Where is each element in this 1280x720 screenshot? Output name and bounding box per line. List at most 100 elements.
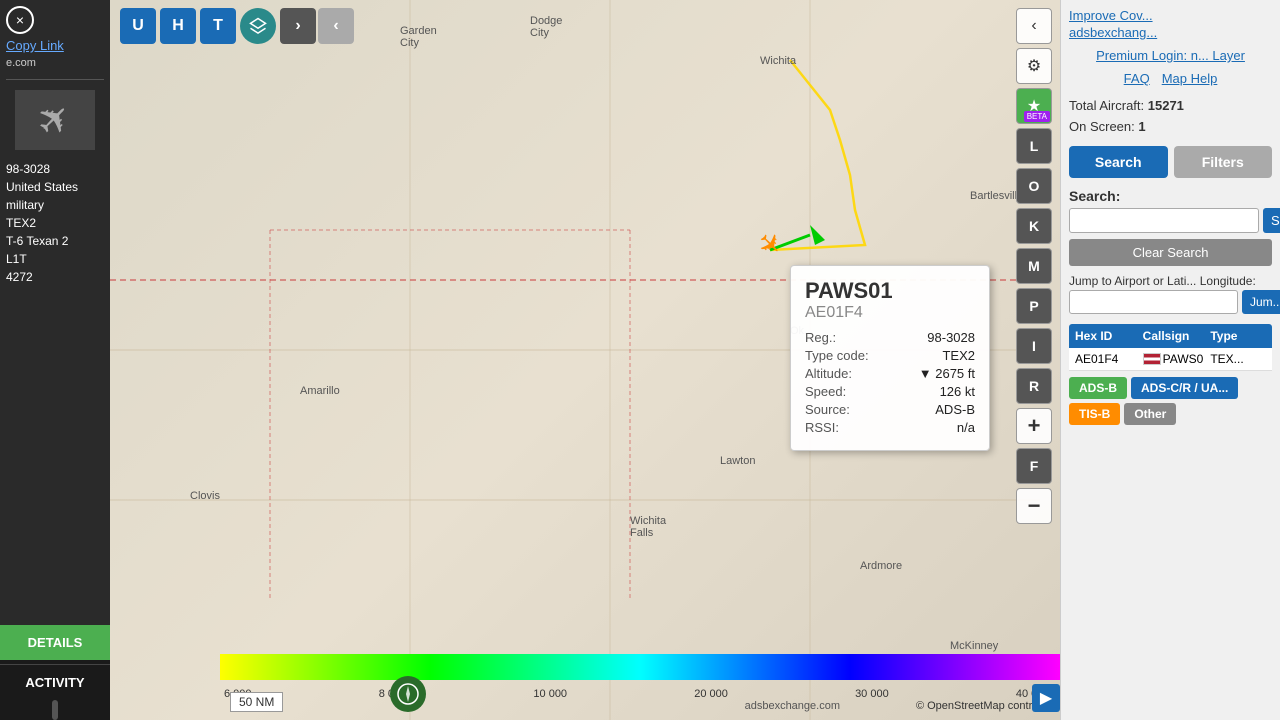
btn-l[interactable]: L bbox=[1016, 128, 1052, 164]
popup-speed-row: Speed: 126 kt bbox=[805, 384, 975, 399]
btn-h[interactable]: H bbox=[160, 8, 196, 44]
sidebar-type: TEX2 bbox=[6, 216, 104, 230]
source-adsb-button[interactable]: ADS-B bbox=[1069, 377, 1127, 399]
popup-reg-row: Reg.: 98-3028 bbox=[805, 330, 975, 345]
popup-reg-label: Reg.: bbox=[805, 330, 836, 345]
btn-t[interactable]: T bbox=[200, 8, 236, 44]
search-label: Search: bbox=[1069, 188, 1272, 204]
popup-rssi-value: n/a bbox=[957, 420, 975, 435]
nav-arrows: › ‹ bbox=[280, 8, 354, 44]
table-row[interactable]: AE01F4 PAWS01 TEX... bbox=[1069, 348, 1272, 371]
popup-callsign: PAWS01 bbox=[805, 278, 975, 304]
btn-i[interactable]: I bbox=[1016, 328, 1052, 364]
popup-altitude-row: Altitude: ▼ 2675 ft bbox=[805, 366, 975, 381]
table-cell-callsign: PAWS01 bbox=[1137, 348, 1205, 370]
source-other-button[interactable]: Other bbox=[1124, 403, 1176, 425]
bottom-right-icon[interactable]: ▶ bbox=[1032, 684, 1060, 712]
alt-20000: 20 000 bbox=[694, 688, 728, 700]
attribution: adsbexchange.com bbox=[745, 700, 840, 712]
btn-gear[interactable]: ⚙ bbox=[1016, 48, 1052, 84]
left-sidebar: × Copy Link e.com ✈ 98-3028 United State… bbox=[0, 0, 110, 720]
map-right-controls: ‹ ⚙ ★ BETA L O K M P I R + F − bbox=[1016, 8, 1052, 524]
total-aircraft-label: Total Aircraft: bbox=[1069, 98, 1144, 113]
beta-badge: BETA bbox=[1024, 111, 1050, 122]
map-area[interactable]: GardenCity DodgeCity Wichita Bartlesvill… bbox=[110, 0, 1060, 720]
popup-source-row: Source: ADS-B bbox=[805, 402, 975, 417]
btn-star[interactable]: ★ BETA bbox=[1016, 88, 1052, 124]
on-screen-value: 1 bbox=[1138, 119, 1145, 134]
search-input[interactable] bbox=[1069, 208, 1259, 233]
search-button[interactable]: Search bbox=[1069, 146, 1168, 178]
sidebar-country: United States bbox=[6, 180, 104, 194]
popup-altitude-label: Altitude: bbox=[805, 366, 852, 381]
osm-attribution: © OpenStreetMap contrib... bbox=[916, 700, 1050, 712]
panel-stats: Total Aircraft: 15271 On Screen: 1 bbox=[1069, 96, 1272, 138]
us-flag-icon bbox=[1143, 353, 1161, 365]
altitude-number: 2675 ft bbox=[935, 366, 975, 381]
map-help-link[interactable]: Map Help bbox=[1162, 71, 1218, 86]
btn-f[interactable]: F bbox=[1016, 448, 1052, 484]
btn-p[interactable]: P bbox=[1016, 288, 1052, 324]
adsbexchange-link[interactable]: adsbexchang... bbox=[1069, 25, 1272, 40]
sidebar-operator: military bbox=[6, 198, 104, 212]
popup-source-value: ADS-B bbox=[935, 402, 975, 417]
btn-o[interactable]: O bbox=[1016, 168, 1052, 204]
filters-button[interactable]: Filters bbox=[1174, 146, 1273, 178]
btn-nav-back[interactable]: ‹ bbox=[318, 8, 354, 44]
btn-m[interactable]: M bbox=[1016, 248, 1052, 284]
premium-link[interactable]: Premium Login: n... Layer bbox=[1069, 48, 1272, 63]
col-callsign: Callsign bbox=[1137, 324, 1205, 348]
close-button[interactable]: × bbox=[6, 6, 34, 34]
faq-link[interactable]: FAQ bbox=[1124, 71, 1150, 86]
right-panel: Improve Cov... adsbexchang... Premium Lo… bbox=[1060, 0, 1280, 720]
search-go-button[interactable]: Sea... bbox=[1263, 208, 1280, 233]
tab-details[interactable]: DETAILS bbox=[0, 625, 110, 660]
popup-hex: AE01F4 bbox=[805, 304, 975, 322]
alt-10000: 10 000 bbox=[533, 688, 567, 700]
popup-source-label: Source: bbox=[805, 402, 850, 417]
btn-back-arrow[interactable]: ‹ bbox=[1016, 8, 1052, 44]
jump-input[interactable] bbox=[1069, 290, 1238, 314]
source-adsc-button[interactable]: ADS-C/R / UA... bbox=[1131, 377, 1238, 399]
total-aircraft-value: 15271 bbox=[1148, 98, 1184, 113]
source-buttons: ADS-B ADS-C/R / UA... TIS-B Other bbox=[1069, 377, 1272, 425]
nm-label: 50 NM bbox=[230, 692, 283, 712]
table-cell-type: TEX... bbox=[1204, 348, 1272, 370]
altitude-bar bbox=[220, 654, 1060, 680]
sidebar-squawk: 4272 bbox=[6, 270, 104, 284]
improve-cov-link[interactable]: Improve Cov... bbox=[1069, 8, 1272, 23]
compass-icon bbox=[390, 676, 426, 712]
popup-speed-value: 126 kt bbox=[940, 384, 975, 399]
popup-altitude-value: ▼ 2675 ft bbox=[919, 366, 975, 381]
popup-speed-label: Speed: bbox=[805, 384, 846, 399]
col-hexid: Hex ID bbox=[1069, 324, 1137, 348]
source-tisb-button[interactable]: TIS-B bbox=[1069, 403, 1120, 425]
map-top-buttons: U H T › ‹ bbox=[120, 8, 354, 44]
btn-nav-forward[interactable]: › bbox=[280, 8, 316, 44]
sidebar-url: e.com bbox=[0, 57, 110, 77]
aircraft-icon: ✈ bbox=[27, 92, 83, 148]
table-header: Hex ID Callsign Type bbox=[1069, 324, 1272, 348]
btn-zoom-in[interactable]: + bbox=[1016, 408, 1052, 444]
table-cell-hex: AE01F4 bbox=[1069, 348, 1137, 370]
alt-30000: 30 000 bbox=[855, 688, 889, 700]
jump-button[interactable]: Jum... bbox=[1242, 290, 1280, 314]
popup-reg-value: 98-3028 bbox=[927, 330, 975, 345]
jump-label: Jump to Airport or Lati... Longitude: bbox=[1069, 274, 1272, 288]
col-type: Type bbox=[1204, 324, 1272, 348]
btn-zoom-out[interactable]: − bbox=[1016, 488, 1052, 524]
clear-search-button[interactable]: Clear Search bbox=[1069, 239, 1272, 266]
popup-type-row: Type code: TEX2 bbox=[805, 348, 975, 363]
aircraft-popup: PAWS01 AE01F4 Reg.: 98-3028 Type code: T… bbox=[790, 265, 990, 451]
btn-k[interactable]: K bbox=[1016, 208, 1052, 244]
btn-r[interactable]: R bbox=[1016, 368, 1052, 404]
scroll-indicator bbox=[52, 700, 58, 720]
popup-rssi-row: RSSI: n/a bbox=[805, 420, 975, 435]
btn-layers[interactable] bbox=[240, 8, 276, 44]
tab-activity[interactable]: ACTIVITY bbox=[0, 664, 110, 700]
altitude-labels: 6 000 8 000 10 000 20 000 30 000 40 000+ bbox=[220, 688, 1060, 700]
btn-u[interactable]: U bbox=[120, 8, 156, 44]
popup-type-label: Type code: bbox=[805, 348, 869, 363]
panel-jump-row: Jum... bbox=[1069, 290, 1272, 314]
on-screen-label: On Screen: bbox=[1069, 119, 1135, 134]
